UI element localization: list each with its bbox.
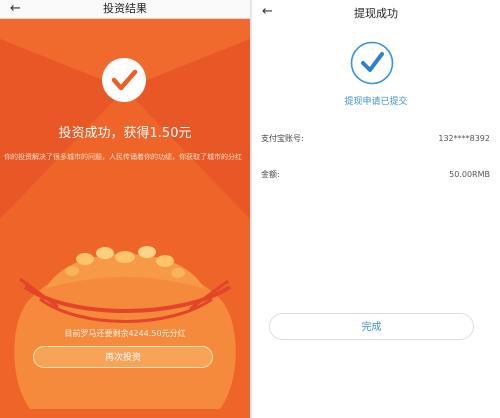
amount-row: 金额: 50.00RMB (261, 169, 490, 181)
done-button[interactable]: 完成 (269, 313, 474, 340)
alipay-account-value: 132****8392 (438, 134, 490, 143)
page-title: 投资结果 (103, 2, 147, 15)
remaining-dividend-text: 目前罗马还要剩余4244.50元分红 (64, 329, 186, 338)
nav-bar: ← 投资结果 (0, 0, 250, 19)
page-title: 提现成功 (354, 7, 398, 20)
result-headline: 投资成功，获得1.50元 (58, 126, 192, 141)
investment-result-screen: ← 投资结果 投资成功，获得1.50元 你的投资解决了很多城市的问题，人民传诵着… (0, 0, 250, 418)
status-text: 提现申请已提交 (344, 97, 408, 107)
alipay-account-label: 支付宝账号: (261, 134, 304, 143)
withdraw-success-screen: ← 提现成功 提现申请已提交 支付宝账号: 132****8392 金额: 50… (252, 0, 500, 418)
success-check-icon (102, 58, 146, 102)
amount-value: 50.00RMB (449, 170, 490, 179)
invest-again-button[interactable]: 再次投资 (33, 346, 213, 368)
alipay-account-row: 支付宝账号: 132****8392 (261, 133, 490, 145)
amount-label: 金额: (261, 170, 280, 179)
success-check-icon (350, 41, 394, 85)
result-description: 你的投资解决了很多城市的问题，人民传诵着你的功绩，你获取了城市的分红 (4, 153, 242, 161)
